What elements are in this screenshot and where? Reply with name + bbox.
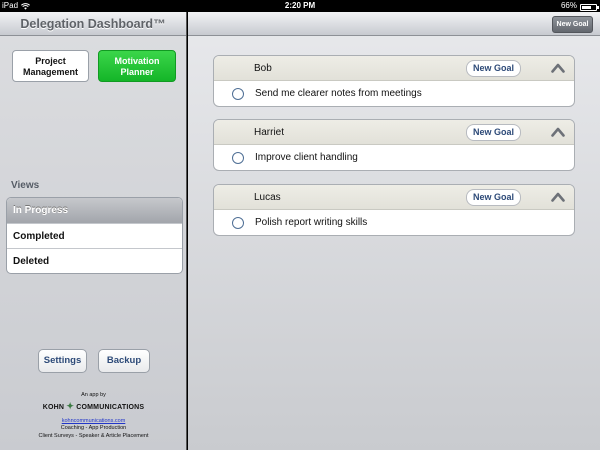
new-goal-button[interactable]: New Goal — [466, 189, 521, 206]
status-bar-time: 2:20 PM — [284, 1, 316, 10]
main-panel: New Goal Bob New Goal Send me clearer no… — [188, 12, 600, 450]
person-card-harriet: Harriet New Goal Improve client handling — [213, 119, 575, 171]
view-item-in-progress[interactable]: In Progress — [7, 198, 182, 224]
chevron-up-icon[interactable] — [551, 126, 565, 138]
status-bar: iPad 2:20 PM 66% — [0, 0, 600, 12]
goal-row[interactable]: Send me clearer notes from meetings — [214, 81, 574, 106]
status-bar-right: 66% — [560, 0, 599, 12]
backup-button[interactable]: Backup — [98, 349, 150, 373]
project-management-button[interactable]: Project Management — [12, 50, 89, 82]
views-list: In Progress Completed Deleted — [6, 197, 183, 274]
sidebar: Delegation Dashboard™ Project Management… — [0, 12, 187, 450]
footer-services-line1: Coaching - App Production — [60, 425, 127, 431]
new-goal-toolbar-button[interactable]: New Goal — [552, 16, 593, 33]
footer-app-by: An app by — [81, 392, 106, 398]
goal-status-circle-icon[interactable] — [232, 152, 244, 164]
views-heading: Views — [11, 180, 40, 191]
person-card-bob: Bob New Goal Send me clearer notes from … — [213, 55, 575, 107]
new-goal-button[interactable]: New Goal — [466, 60, 521, 77]
chevron-up-icon[interactable] — [551, 191, 565, 203]
project-management-label: Project Management — [22, 56, 78, 77]
battery-icon — [580, 3, 599, 11]
main-header: New Goal — [188, 12, 600, 36]
battery-tip — [597, 6, 599, 9]
motivation-planner-button[interactable]: Motivation Planner — [98, 50, 176, 82]
person-card-header: Harriet New Goal — [214, 120, 574, 145]
motivation-planner-label: Motivation Planner — [114, 56, 160, 77]
settings-button[interactable]: Settings — [38, 349, 87, 373]
kohn-communications-logo: KOHN ✦ COMMUNICATIONS — [0, 401, 187, 412]
handshake-icon: ✦ — [66, 401, 75, 411]
person-card-lucas: Lucas New Goal Polish report writing ski… — [213, 184, 575, 236]
battery-percent: 66% — [560, 1, 577, 10]
view-item-deleted[interactable]: Deleted — [7, 249, 182, 273]
goal-text: Polish report writing skills — [255, 217, 368, 228]
footer-url-link[interactable]: kohncommunications.com — [0, 418, 187, 424]
view-item-completed[interactable]: Completed — [7, 224, 182, 249]
goal-row[interactable]: Polish report writing skills — [214, 210, 574, 235]
goal-text: Improve client handling — [255, 152, 358, 163]
person-name: Harriet — [254, 127, 285, 138]
logo-text-left: KOHN — [42, 404, 65, 411]
person-name: Bob — [254, 63, 272, 74]
person-card-header: Lucas New Goal — [214, 185, 574, 210]
person-name: Lucas — [254, 192, 281, 203]
battery-fill — [582, 5, 591, 9]
chevron-up-icon[interactable] — [551, 62, 565, 74]
sidebar-title: Delegation Dashboard™ — [0, 12, 186, 36]
goal-row[interactable]: Improve client handling — [214, 145, 574, 170]
goal-status-circle-icon[interactable] — [232, 217, 244, 229]
logo-text-right: COMMUNICATIONS — [76, 404, 145, 411]
goal-status-circle-icon[interactable] — [232, 88, 244, 100]
person-card-header: Bob New Goal — [214, 56, 574, 81]
new-goal-button[interactable]: New Goal — [466, 124, 521, 141]
goal-text: Send me clearer notes from meetings — [255, 88, 422, 99]
footer-services-line2: Client Surveys - Speaker & Article Place… — [38, 433, 149, 439]
